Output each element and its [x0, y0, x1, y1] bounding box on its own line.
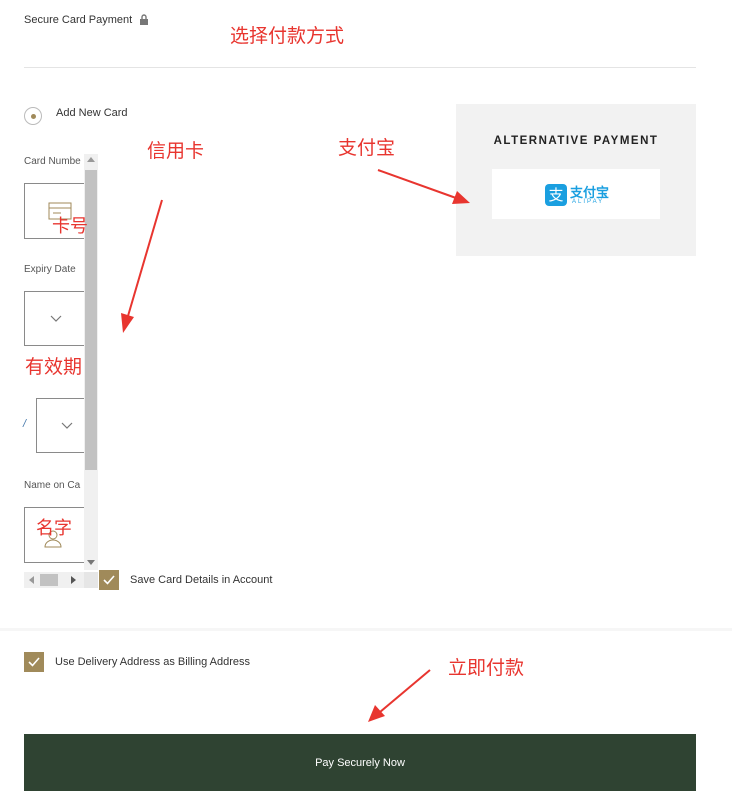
annotation-arrows [121, 169, 470, 722]
arrow-pay-now [368, 669, 431, 722]
arrow-alipay [377, 169, 470, 204]
arrow-credit-card [121, 199, 163, 333]
